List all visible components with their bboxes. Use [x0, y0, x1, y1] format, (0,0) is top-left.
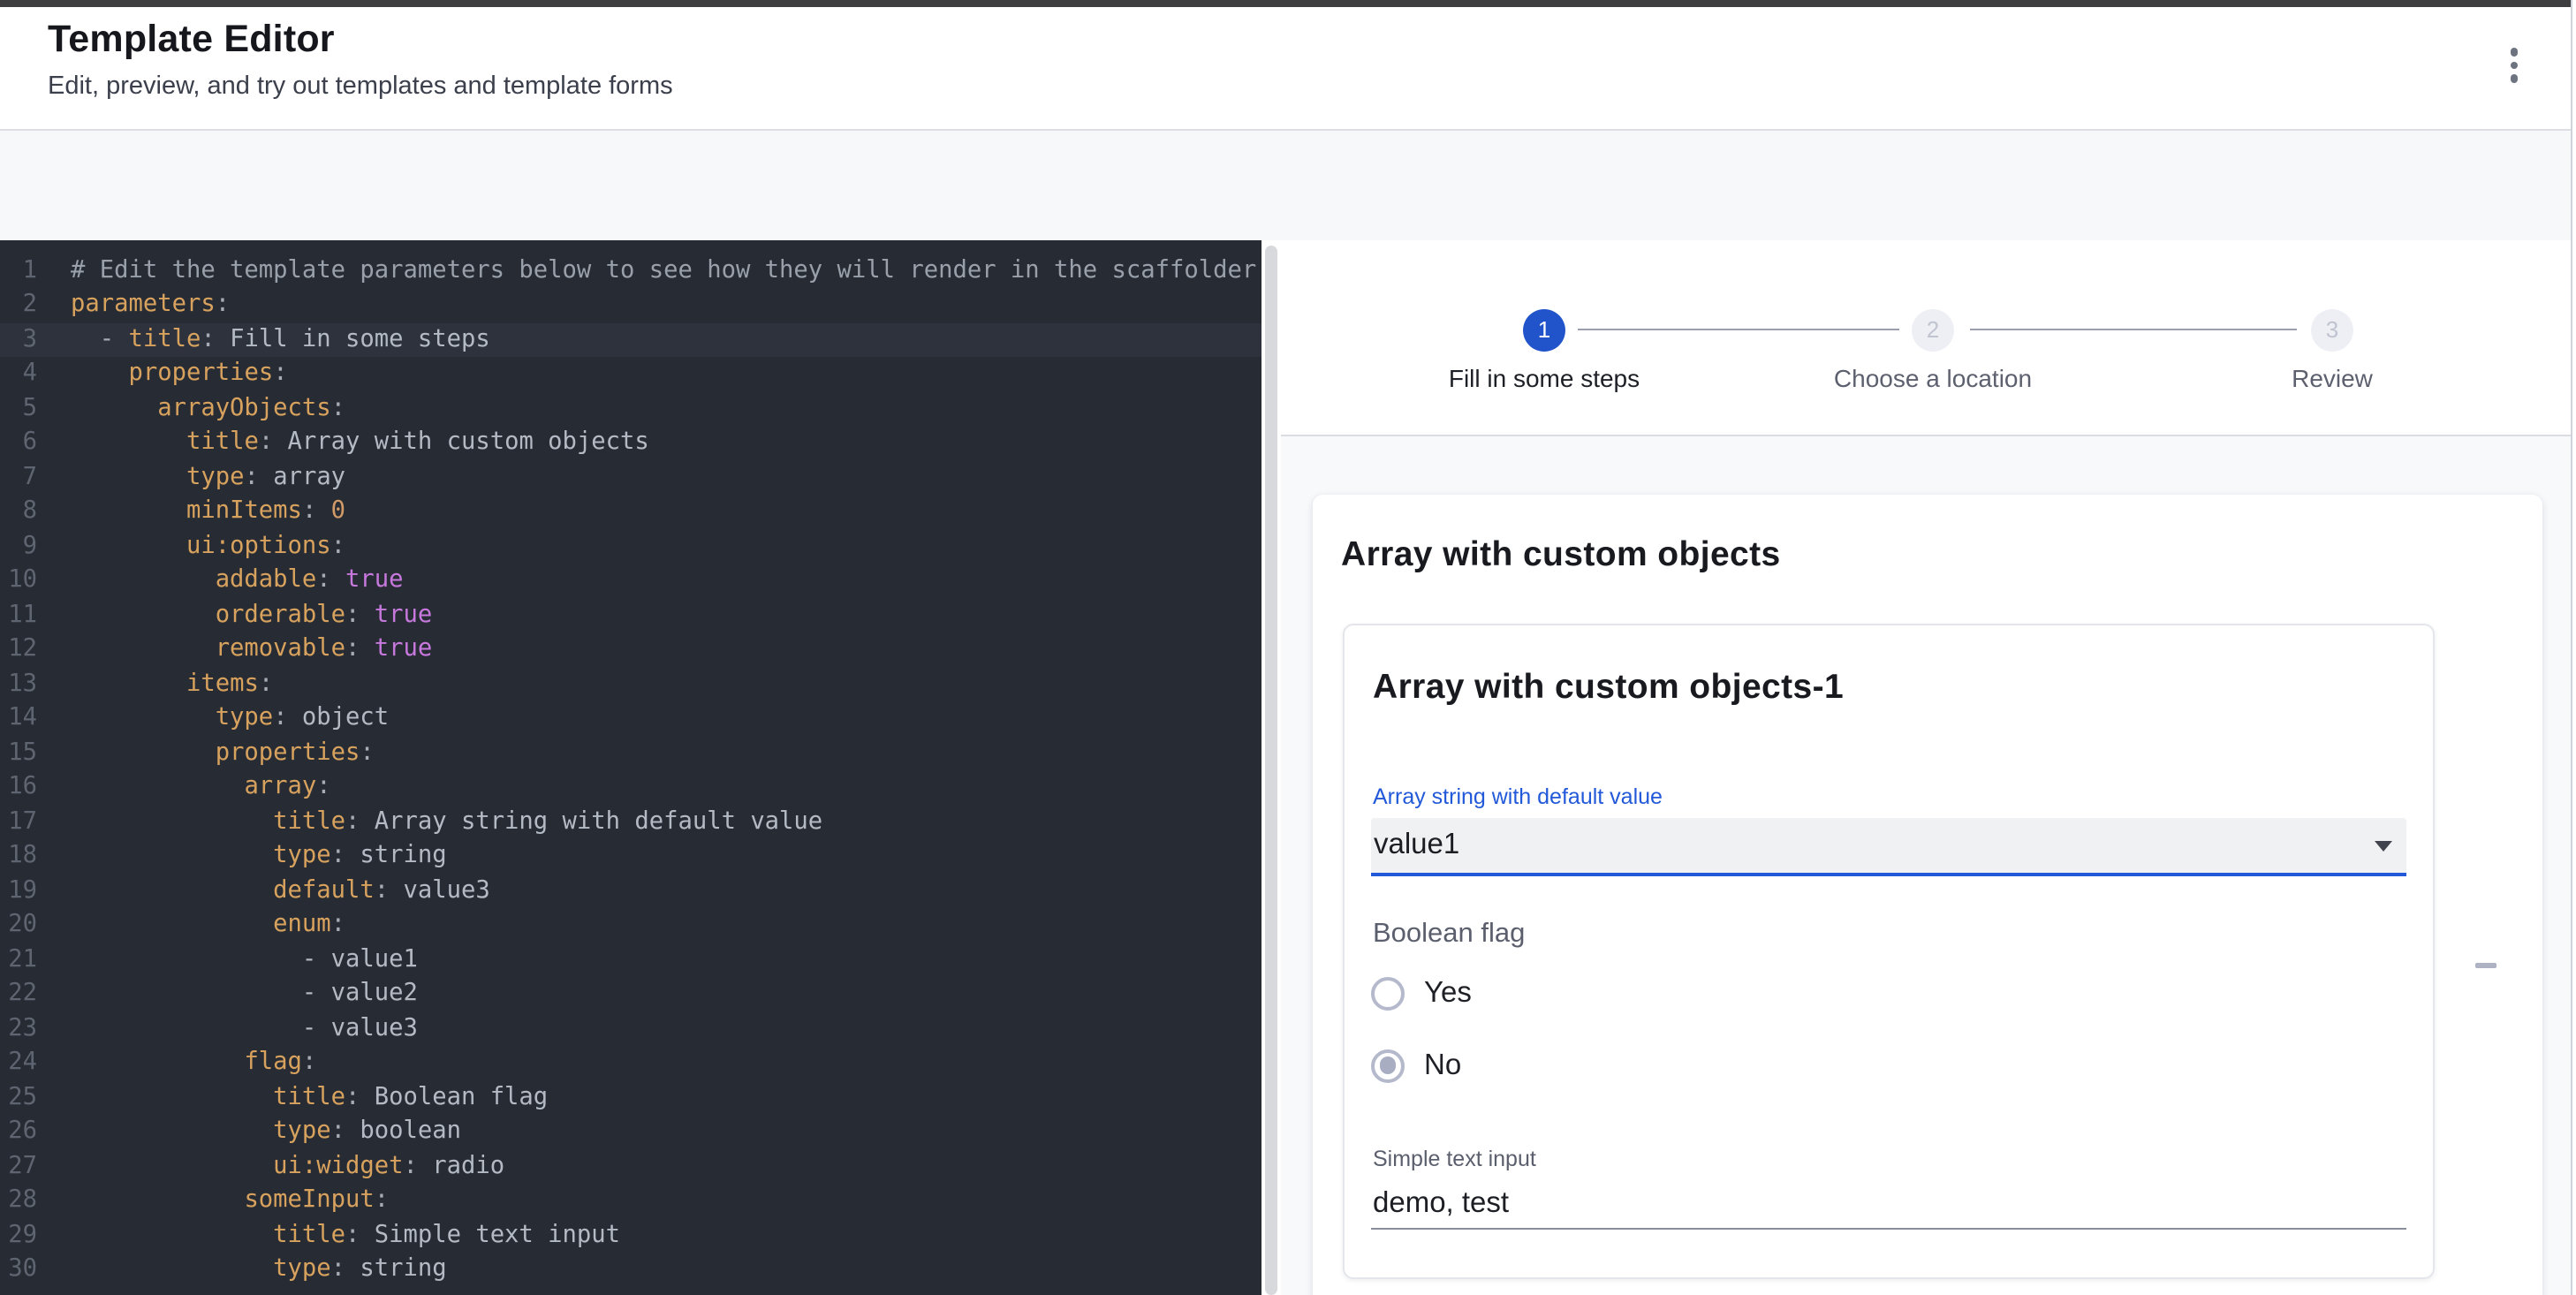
line-number: 18: [0, 839, 37, 874]
radio-group-label: Boolean flag: [1373, 919, 1525, 950]
code-line: 26 type: boolean: [0, 1115, 1261, 1149]
code-line: 19 default: value3: [0, 874, 1261, 908]
code-line: 16 array:: [0, 770, 1261, 805]
kebab-dot-icon: [2510, 49, 2518, 57]
select-value: value1: [1374, 818, 1459, 873]
line-number: 24: [0, 1046, 37, 1080]
code-line: 23 - value3: [0, 1011, 1261, 1046]
array-string-select[interactable]: value1: [1370, 818, 2406, 876]
step-label: Fill in some steps: [1449, 363, 1640, 391]
page-title: Template Editor: [48, 18, 335, 62]
step-number-badge: 1: [1523, 308, 1565, 351]
code-line: 29 title: Simple text input: [0, 1218, 1261, 1253]
line-number: 5: [0, 391, 37, 426]
code-line: 4 properties:: [0, 357, 1261, 391]
code-line: 14 type: object: [0, 701, 1261, 736]
code-line: 20 enum:: [0, 908, 1261, 943]
line-number: 22: [0, 977, 37, 1011]
line-number: 3: [0, 322, 37, 357]
kebab-dot-icon: [2510, 61, 2518, 69]
page-subtitle: Edit, preview, and try out templates and…: [48, 72, 673, 101]
code-line: 22 - value2: [0, 977, 1261, 1011]
step-label: Choose a location: [1834, 363, 2032, 391]
minus-icon: [2474, 963, 2496, 967]
radio-checked-dot: [1379, 1056, 1396, 1073]
line-number: 4: [0, 357, 37, 391]
radio-no[interactable]: [1371, 1049, 1405, 1082]
window-edge: [2572, 0, 2576, 1295]
code-line: 2parameters:: [0, 288, 1261, 322]
array-item-title: Array with custom objects-1: [1373, 668, 1844, 708]
code-line: 17 title: Array string with default valu…: [0, 805, 1261, 839]
step-choose-a-location[interactable]: 2 Choose a location: [1739, 308, 2127, 391]
radio-no-label[interactable]: No: [1424, 1049, 1461, 1082]
code-line: 3 - title: Fill in some steps: [0, 322, 1261, 357]
code-line: 21 - value1: [0, 943, 1261, 977]
editor-scrollbar-thumb[interactable]: [1264, 246, 1277, 1295]
radio-yes-label[interactable]: Yes: [1424, 976, 1472, 1010]
simple-text-input[interactable]: [1370, 1180, 2406, 1230]
code-editor[interactable]: 1# Edit the template parameters below to…: [0, 240, 1261, 1295]
line-number: 9: [0, 529, 37, 564]
line-number: 17: [0, 805, 37, 839]
line-number: 12: [0, 632, 37, 667]
step-number-badge: 2: [1912, 308, 1954, 351]
line-number: 25: [0, 1080, 37, 1115]
code-line: 5 arrayObjects:: [0, 391, 1261, 426]
line-number: 2: [0, 288, 37, 322]
line-number: 6: [0, 426, 37, 460]
form-section-title: Array with custom objects: [1341, 535, 1781, 576]
line-number: 13: [0, 667, 37, 701]
select-field-label: Array string with default value: [1373, 784, 1663, 809]
line-number: 29: [0, 1218, 37, 1253]
line-number: 7: [0, 460, 37, 495]
text-field-label: Simple text input: [1373, 1147, 1536, 1171]
code-line: 13 items:: [0, 667, 1261, 701]
line-number: 11: [0, 598, 37, 632]
radio-yes[interactable]: [1371, 976, 1405, 1010]
line-number: 15: [0, 736, 37, 770]
code-line: 27 ui:widget: radio: [0, 1149, 1261, 1184]
chevron-down-icon: [2374, 840, 2391, 851]
line-number: 28: [0, 1184, 37, 1218]
line-number: 21: [0, 943, 37, 977]
line-number: 26: [0, 1115, 37, 1149]
template-editor-app: Template Editor Edit, preview, and try o…: [0, 0, 2576, 1295]
line-number: 8: [0, 495, 37, 529]
line-number: 1: [0, 254, 37, 288]
line-number: 23: [0, 1011, 37, 1046]
line-number: 27: [0, 1149, 37, 1184]
kebab-menu-button[interactable]: [2491, 42, 2537, 88]
code-line: 12 removable: true: [0, 632, 1261, 667]
line-number: 16: [0, 770, 37, 805]
code-line: 8 minItems: 0: [0, 495, 1261, 529]
code-line: 15 properties:: [0, 736, 1261, 770]
code-line: 28 someInput:: [0, 1184, 1261, 1218]
code-line: 11 orderable: true: [0, 598, 1261, 632]
remove-item-button[interactable]: [2463, 942, 2509, 988]
code-line: 10 addable: true: [0, 564, 1261, 598]
load-template-bar: [0, 130, 2576, 240]
line-number: 14: [0, 701, 37, 736]
line-number: 20: [0, 908, 37, 943]
line-number: 10: [0, 564, 37, 598]
step-fill-in-some-steps[interactable]: 1 Fill in some steps: [1350, 308, 1739, 391]
code-line: 30 type: string: [0, 1253, 1261, 1287]
code-line: 1# Edit the template parameters below to…: [0, 254, 1261, 288]
window-top-strip: [0, 0, 2576, 6]
line-number: 30: [0, 1253, 37, 1287]
line-number: 19: [0, 874, 37, 908]
kebab-dot-icon: [2510, 74, 2518, 82]
step-number-badge: 3: [2311, 308, 2353, 351]
code-line: 6 title: Array with custom objects: [0, 426, 1261, 460]
code-line: 9 ui:options:: [0, 529, 1261, 564]
step-review[interactable]: 3 Review: [2138, 308, 2527, 391]
code-line: 18 type: string: [0, 839, 1261, 874]
code-line: 24 flag:: [0, 1046, 1261, 1080]
step-label: Review: [2292, 363, 2373, 391]
code-line: 7 type: array: [0, 460, 1261, 495]
code-line: 25 title: Boolean flag: [0, 1080, 1261, 1115]
